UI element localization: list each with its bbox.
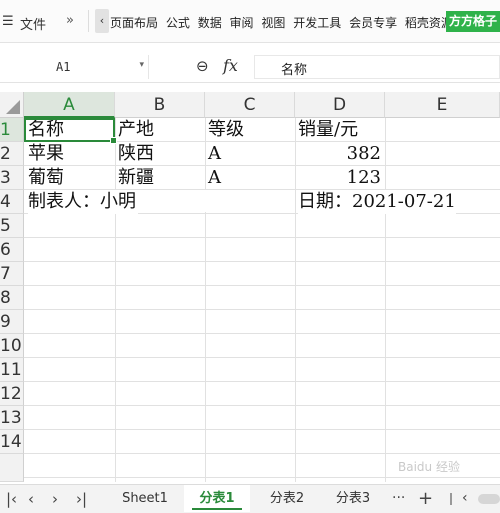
cell-a2[interactable]: 苹果 — [28, 142, 64, 166]
fx-icon[interactable]: fx — [223, 56, 238, 75]
next-sheet-icon[interactable]: › — [52, 490, 58, 508]
cell-selection[interactable] — [24, 118, 117, 144]
first-sheet-icon[interactable]: |‹ — [6, 490, 17, 508]
cell-c4-blank — [205, 190, 295, 212]
sheet-tab-fenbiao1[interactable]: 分表1 — [184, 485, 250, 512]
column-header-a[interactable]: A — [24, 92, 115, 118]
cell-c3[interactable]: A — [208, 166, 221, 190]
cell-area[interactable] — [24, 118, 500, 482]
more-sheets-icon[interactable]: ··· — [392, 490, 405, 506]
cell-d1[interactable]: 销量/元 — [298, 118, 358, 142]
formula-input[interactable]: 名称 — [254, 55, 500, 79]
menu-data[interactable]: 数据 — [198, 16, 222, 30]
row-header-8[interactable]: 8 — [0, 286, 24, 310]
row-header-5[interactable]: 5 — [0, 214, 24, 238]
row-header-4[interactable]: 4 — [0, 190, 24, 214]
sheet-tab-bar: |‹ ‹ › ›| Sheet1 分表1 分表2 分表3 ··· + ‹ — [0, 484, 500, 513]
row-header-1[interactable]: 1 — [0, 118, 24, 142]
file-menu[interactable]: 文件 — [20, 14, 46, 33]
gridline — [385, 118, 386, 482]
formula-value: 名称 — [281, 63, 308, 78]
cell-a3[interactable]: 葡萄 — [28, 166, 64, 190]
gridline — [205, 118, 206, 482]
menu-formulas[interactable]: 公式 — [166, 16, 190, 30]
select-all-corner[interactable] — [0, 92, 24, 118]
more-menus-icon[interactable]: » — [66, 13, 74, 28]
name-box-value: A1 — [56, 60, 71, 74]
cell-b1[interactable]: 产地 — [118, 118, 154, 142]
cell-d2[interactable]: 382 — [295, 142, 381, 166]
cell-b3[interactable]: 新疆 — [118, 166, 154, 190]
formula-bar: A1 ▾ ⊖ fx 名称 — [0, 52, 500, 83]
cell-c2[interactable]: A — [208, 142, 221, 166]
row-header-12[interactable]: 12 — [0, 382, 24, 406]
row-header-6[interactable]: 6 — [0, 238, 24, 262]
add-sheet-icon[interactable]: + — [418, 488, 433, 509]
sheet-tab-sheet1[interactable]: Sheet1 — [112, 485, 178, 512]
menu-review[interactable]: 审阅 — [230, 16, 254, 30]
row-header-10[interactable]: 10 — [0, 334, 24, 358]
ribbon-menus: 页面布局 公式 数据 审阅 视图 开发工具 会员专享 稻壳资源 — [110, 14, 457, 31]
name-box[interactable]: A1 ▾ — [0, 55, 149, 79]
row-header-13[interactable]: 13 — [0, 406, 24, 430]
menu-developer[interactable]: 开发工具 — [293, 16, 341, 30]
menu-ffcell[interactable]: 方方格子 — [446, 11, 500, 32]
ribbon-divider — [88, 10, 89, 32]
watermark: Baidu 经验 — [398, 460, 460, 474]
gridline — [115, 118, 116, 482]
cell-d3[interactable]: 123 — [295, 166, 381, 190]
cell-b2[interactable]: 陕西 — [118, 142, 154, 166]
cell-d4[interactable]: 日期：2021-07-21 — [298, 190, 456, 214]
menu-icon[interactable]: ☰ — [2, 14, 14, 29]
scroll-left-icon[interactable]: ‹ — [462, 490, 468, 506]
column-header-c[interactable]: C — [205, 92, 295, 118]
column-header-e[interactable]: E — [385, 92, 500, 118]
sheet-tab-fenbiao2[interactable]: 分表2 — [254, 485, 320, 512]
scroll-left-icon[interactable]: ‹ — [95, 9, 109, 33]
row-header-3[interactable]: 3 — [0, 166, 24, 190]
horizontal-scrollbar[interactable] — [478, 494, 500, 504]
menu-page-layout[interactable]: 页面布局 — [110, 16, 158, 30]
row-header-2[interactable]: 2 — [0, 142, 24, 166]
chevron-down-icon[interactable]: ▾ — [139, 60, 144, 70]
menu-member[interactable]: 会员专享 — [349, 16, 397, 30]
row-header-7[interactable]: 7 — [0, 262, 24, 286]
column-header-d[interactable]: D — [295, 92, 385, 118]
sheet-tab-fenbiao3[interactable]: 分表3 — [320, 485, 386, 512]
ribbon-bar: ☰ 文件 » ‹ 页面布局 公式 数据 审阅 视图 开发工具 会员专享 稻壳资源… — [0, 0, 500, 43]
spreadsheet-grid: A B C D E 1 2 3 4 5 6 7 8 9 10 11 12 13 … — [0, 92, 500, 482]
row-header-14[interactable]: 14 — [0, 430, 24, 454]
prev-sheet-icon[interactable]: ‹ — [28, 490, 34, 508]
cell-c1[interactable]: 等级 — [208, 118, 244, 142]
row-header-9[interactable]: 9 — [0, 310, 24, 334]
cell-a4[interactable]: 制表人：小明 — [28, 190, 138, 214]
row-header-11[interactable]: 11 — [0, 358, 24, 382]
zoom-icon[interactable]: ⊖ — [196, 57, 209, 75]
column-header-b[interactable]: B — [115, 92, 205, 118]
tab-splitter[interactable] — [450, 493, 452, 505]
menu-view[interactable]: 视图 — [261, 16, 285, 30]
last-sheet-icon[interactable]: ›| — [76, 490, 87, 508]
row-header-15[interactable] — [0, 454, 24, 482]
